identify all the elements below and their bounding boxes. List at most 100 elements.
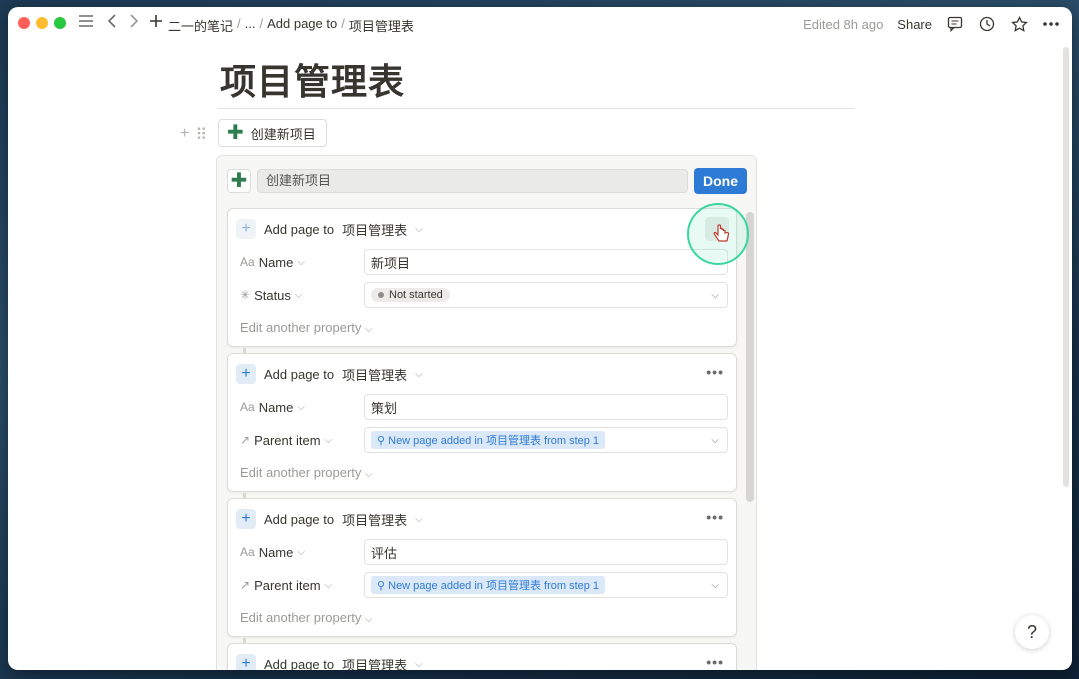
close-window-button[interactable] (18, 17, 30, 29)
relation-select[interactable]: ⚲ New page added in 项目管理表 from step 1 ⌵ (364, 572, 728, 598)
property-value-input[interactable]: 新项目 (364, 249, 728, 275)
plus-icon: ✚ (227, 122, 244, 144)
edit-another-property-button[interactable]: Edit another property ⌵ (240, 320, 373, 335)
history-icon[interactable] (978, 15, 996, 33)
property-name: Status (254, 287, 291, 303)
status-value: Not started (389, 289, 443, 301)
reference-pill: ⚲ New page added in 项目管理表 from step 1 (371, 431, 606, 449)
property-value: 评估 (371, 545, 398, 561)
window-controls (18, 17, 66, 29)
page-title[interactable]: 项目管理表 (220, 53, 405, 105)
breadcrumb: 二一的笔记 / ... / Add page to / 项目管理表 (168, 16, 414, 35)
add-page-icon: + (236, 364, 256, 384)
status-select[interactable]: Not started ⌵ (364, 282, 728, 308)
add-block-icon[interactable]: + (180, 125, 189, 145)
edit-another-label: Edit another property (240, 320, 362, 335)
property-label: ↗ Parent item ⌵ (240, 578, 364, 593)
step-header[interactable]: + Add page to 项目管理表 ⌵ (236, 654, 423, 670)
property-name: Parent item (254, 577, 321, 593)
edit-another-label: Edit another property (240, 465, 362, 480)
block-handles: + ⠿ (180, 125, 207, 145)
edit-another-label: Edit another property (240, 610, 362, 625)
step-header[interactable]: + Add page to 项目管理表 ⌵ (236, 364, 423, 384)
breadcrumb-separator: / (237, 16, 241, 31)
back-icon[interactable] (102, 14, 122, 34)
top-bar: 二一的笔记 / ... / Add page to / 项目管理表 Edited… (8, 7, 1072, 41)
property-row: ↗ Parent item ⌵ ⚲ New page added in 项目管理… (240, 572, 728, 598)
edited-timestamp: Edited 8h ago (803, 16, 884, 32)
edit-another-property-button[interactable]: Edit another property ⌵ (240, 465, 373, 480)
minimize-window-button[interactable] (36, 17, 48, 29)
chevron-down-icon: ⌵ (297, 546, 305, 558)
property-label: Aa Name ⌵ (240, 255, 364, 270)
step-header[interactable]: + Add page to 项目管理表 ⌵ (236, 219, 423, 239)
help-button[interactable]: ? (1015, 615, 1049, 649)
text-icon: Aa (240, 255, 255, 269)
create-project-button[interactable]: ✚ 创建新项目 (218, 119, 327, 147)
relation-icon: ↗ (240, 433, 251, 447)
breadcrumb-item[interactable]: Add page to (267, 16, 337, 35)
property-row: Aa Name ⌵ 策划 (240, 394, 728, 420)
action-step: + Add page to 项目管理表 ⌵ ••• Aa Name ⌵ 策划 ↗ (227, 353, 737, 492)
button-config-panel: ✚ 创建新项目 Done + Add page to 项目管理表 ⌵ Aa Na… (216, 155, 757, 670)
breadcrumb-item[interactable]: ... (245, 16, 256, 35)
breadcrumb-separator: / (341, 16, 345, 31)
edit-another-property-button[interactable]: Edit another property ⌵ (240, 610, 373, 625)
breadcrumb-item[interactable]: 项目管理表 (349, 16, 414, 35)
share-button[interactable]: Share (897, 17, 932, 32)
property-name: Name (258, 544, 294, 560)
button-icon-picker[interactable]: ✚ (227, 169, 251, 193)
property-name: Name (258, 254, 294, 270)
zoom-window-button[interactable] (54, 17, 66, 29)
chevron-down-icon: ⌵ (324, 434, 333, 446)
property-label: ↗ Parent item ⌵ (240, 433, 364, 448)
chevron-down-icon: ⌵ (711, 435, 719, 446)
panel-scrollbar[interactable] (746, 212, 754, 502)
reference-value: New page added in 项目管理表 from step 1 (388, 435, 600, 447)
step-action: Add page to (264, 511, 335, 527)
chevron-down-icon: ⌵ (711, 580, 719, 591)
window-scrollbar[interactable] (1063, 47, 1069, 487)
create-project-label: 创建新项目 (250, 126, 316, 142)
relation-select[interactable]: ⚲ New page added in 项目管理表 from step 1 ⌵ (364, 427, 728, 453)
button-name-input[interactable]: 创建新项目 (257, 169, 688, 193)
plus-icon: ✚ (230, 170, 248, 192)
step-action: Add page to (264, 656, 335, 671)
property-value-input[interactable]: 评估 (364, 539, 728, 565)
app-window: 二一的笔记 / ... / Add page to / 项目管理表 Edited… (8, 7, 1072, 670)
star-icon[interactable] (1010, 15, 1028, 33)
add-page-icon: + (236, 219, 256, 239)
step-action: Add page to (264, 221, 335, 237)
drag-handle-icon[interactable]: ⠿ (195, 125, 207, 145)
text-icon: Aa (240, 400, 255, 414)
relation-icon: ↗ (240, 578, 251, 592)
chevron-down-icon: ⌵ (415, 223, 423, 235)
more-icon[interactable]: ••• (706, 364, 724, 380)
search-icon: ⚲ (377, 580, 386, 592)
hand-cursor-icon (712, 224, 730, 249)
breadcrumb-item[interactable]: 二一的笔记 (168, 16, 233, 35)
topbar-actions: Edited 8h ago Share (803, 15, 1060, 33)
chevron-down-icon: ⌵ (415, 658, 423, 670)
property-label: Aa Name ⌵ (240, 400, 364, 415)
forward-icon[interactable] (124, 14, 144, 34)
more-icon[interactable] (1042, 15, 1060, 33)
add-page-icon: + (236, 509, 256, 529)
done-button[interactable]: Done (694, 168, 747, 194)
more-icon[interactable]: ••• (706, 654, 724, 670)
property-value-input[interactable]: 策划 (364, 394, 728, 420)
chevron-down-icon: ⌵ (415, 368, 423, 380)
property-value: 新项目 (371, 255, 411, 271)
step-target: 项目管理表 (342, 512, 408, 528)
property-name: Name (258, 399, 294, 415)
more-icon[interactable]: ••• (706, 509, 724, 525)
chevron-down-icon: ⌵ (294, 289, 303, 301)
new-page-icon[interactable] (146, 14, 166, 34)
menu-icon[interactable] (76, 14, 96, 34)
property-row: ✳ Status ⌵ Not started ⌵ (240, 282, 728, 308)
chevron-down-icon: ⌵ (711, 290, 719, 301)
title-divider (218, 108, 854, 109)
comment-icon[interactable] (946, 15, 964, 33)
step-header[interactable]: + Add page to 项目管理表 ⌵ (236, 509, 423, 529)
action-step: + Add page to 项目管理表 ⌵ Aa Name ⌵ 新项目 ✳ St… (227, 208, 737, 347)
